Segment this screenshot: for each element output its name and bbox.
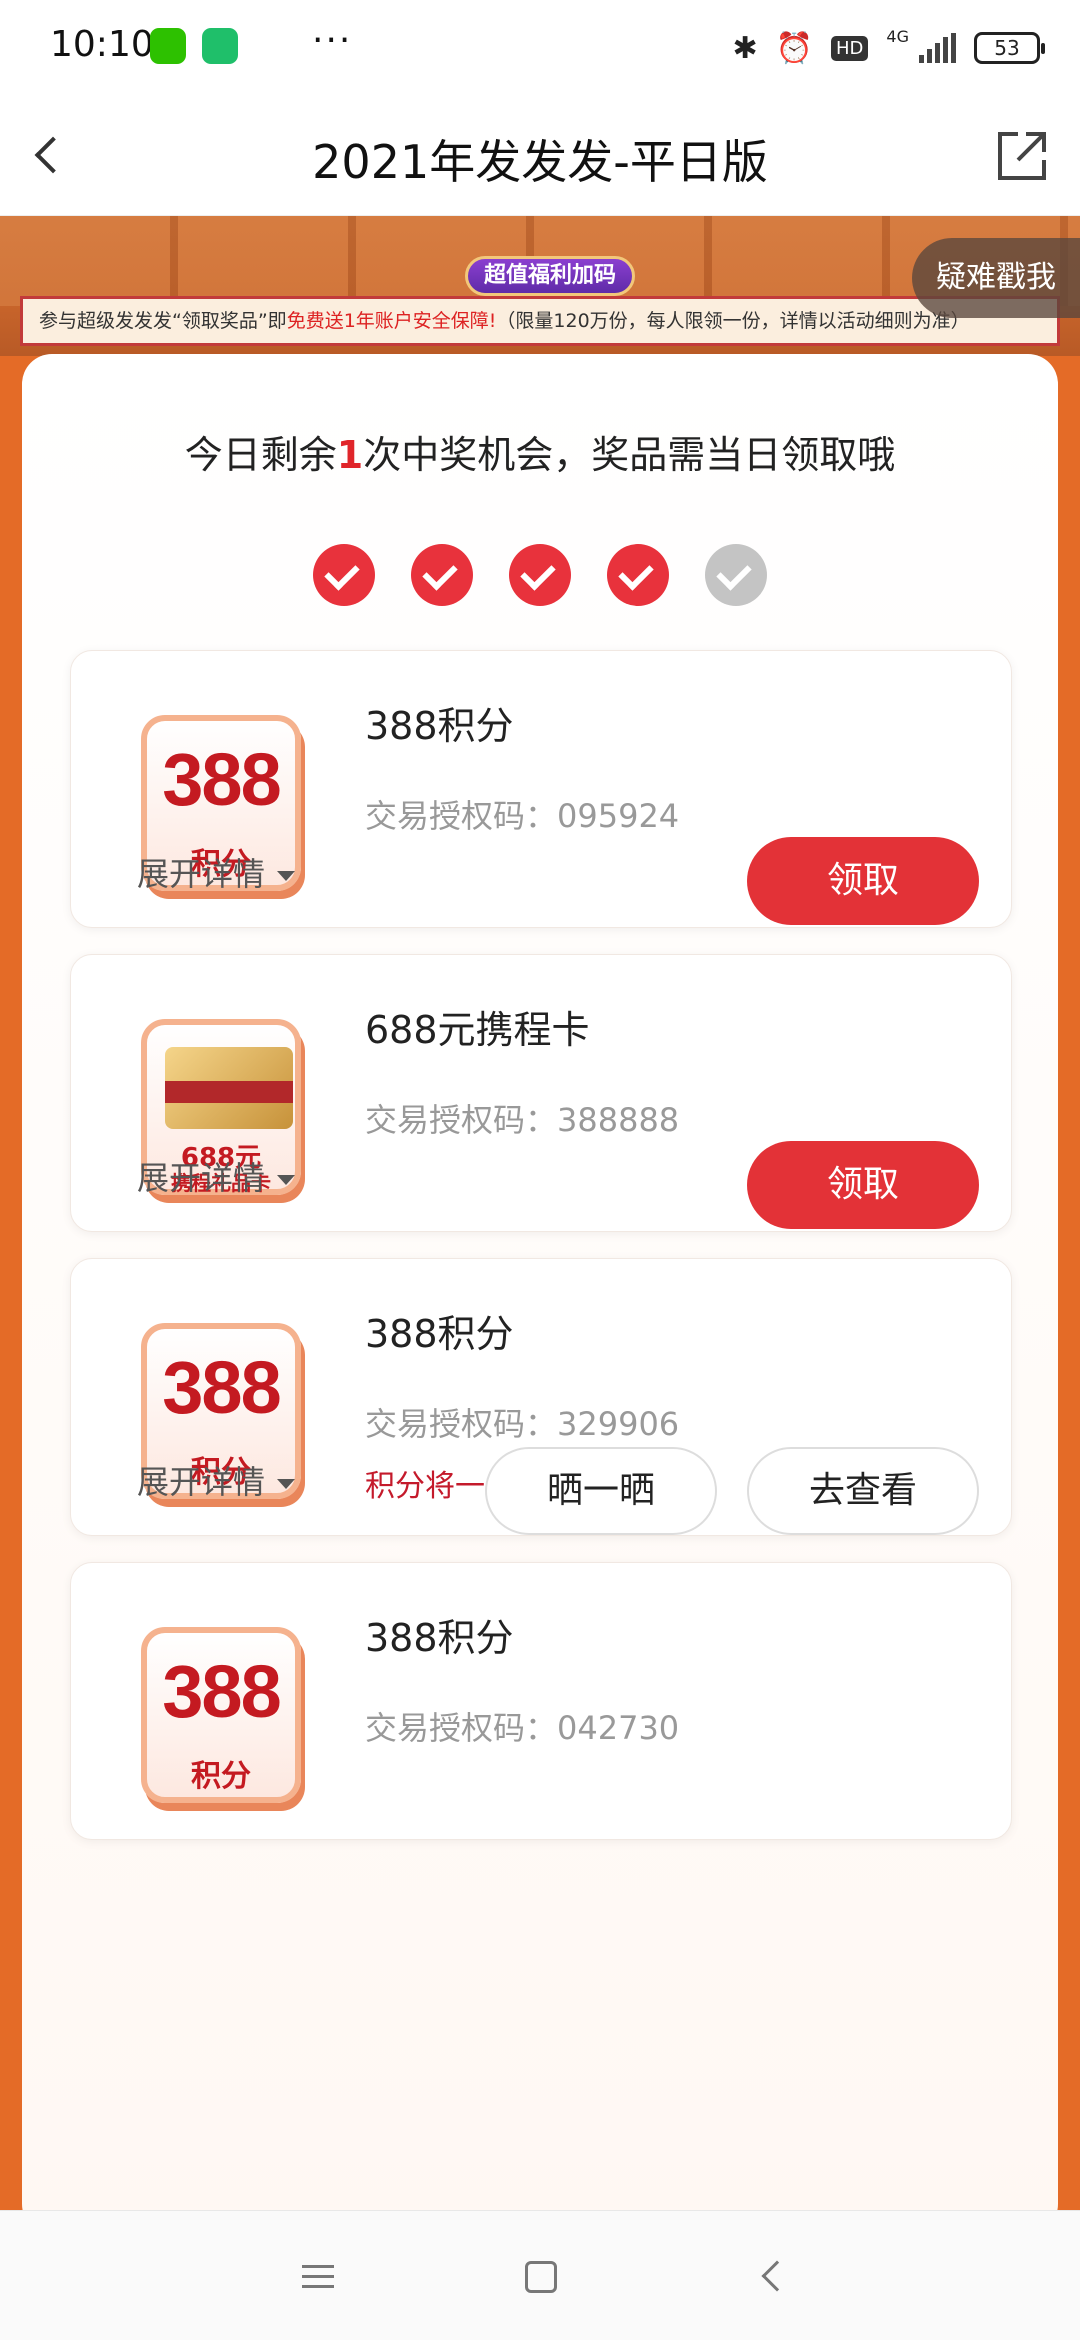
share-button[interactable] <box>992 126 1052 186</box>
wechat-icon <box>150 28 186 64</box>
check-done-icon <box>607 544 669 606</box>
share-prize-button[interactable]: 晒一晒 <box>485 1447 717 1535</box>
auth-code: 交易授权码：042730 <box>365 1709 680 1747</box>
draw-progress <box>22 544 1058 606</box>
caret-down-icon <box>277 1479 296 1489</box>
claim-button[interactable]: 领取 <box>747 1141 979 1229</box>
check-done-icon <box>411 544 473 606</box>
check-pending-icon <box>705 544 767 606</box>
remaining-chances: 今日剩余1次中奖机会，奖品需当日领取哦 <box>184 433 896 477</box>
system-back-button[interactable] <box>740 2241 810 2311</box>
points-thumb-icon: 388 积分 <box>141 1627 301 1803</box>
caret-down-icon <box>277 1175 296 1185</box>
app-header: 2021年发发发-平日版 <box>0 96 1080 216</box>
network-type: 4G <box>886 26 909 46</box>
prize-panel: 今日剩余1次中奖机会，奖品需当日领取哦 388 积分 388积分 交易授权码：0… <box>22 354 1058 2234</box>
system-nav-bar <box>0 2210 1080 2340</box>
auth-code: 交易授权码：388888 <box>365 1101 680 1139</box>
prize-name: 388积分 <box>365 1312 514 1356</box>
banner-notice: 参与超级发发发“领取奖品”即免费送1年账户安全保障!（限量120万份，每人限领一… <box>20 296 1060 346</box>
home-button[interactable] <box>505 2241 575 2311</box>
prize-card: 388 积分 388积分 交易授权码：329906 积分将一周内到账 展开详情 … <box>70 1258 1012 1536</box>
prize-name: 388积分 <box>365 704 514 748</box>
auth-code: 交易授权码：329906 <box>365 1405 680 1443</box>
signal-icon <box>919 33 956 63</box>
external-share-icon <box>998 132 1046 180</box>
help-tab[interactable]: 疑难戳我 <box>912 238 1080 318</box>
hd-badge: HD <box>831 35 869 61</box>
status-bar: 10:10 ··· ✱ ⏰ HD 4G 53 <box>0 0 1080 238</box>
prize-card: 388 积分 388积分 交易授权码：042730 <box>70 1562 1012 1840</box>
auth-code: 交易授权码：095924 <box>365 797 680 835</box>
view-prize-button[interactable]: 去查看 <box>747 1447 979 1535</box>
claim-button[interactable]: 领取 <box>747 837 979 925</box>
more-notifications-icon: ··· <box>312 20 353 61</box>
recent-apps-button[interactable] <box>282 2241 352 2311</box>
status-time: 10:10 <box>50 24 154 65</box>
prize-name: 388积分 <box>365 1616 514 1660</box>
prize-card: 688元 携程礼品卡 688元携程卡 交易授权码：388888 展开详情 领取 <box>70 954 1012 1232</box>
banner-pill: 超值福利加码 <box>465 256 635 296</box>
bluetooth-icon: ✱ <box>732 30 758 66</box>
prize-card: 388 积分 388积分 交易授权码：095924 展开详情 领取 <box>70 650 1012 928</box>
status-right: ✱ ⏰ HD 4G 53 <box>732 26 1045 70</box>
check-done-icon <box>509 544 571 606</box>
caret-down-icon <box>277 871 296 881</box>
battery-icon: 53 <box>974 32 1045 64</box>
page-title: 2021年发发发-平日版 <box>312 135 768 189</box>
expand-details-button[interactable]: 展开详情 <box>137 1153 337 1199</box>
back-chevron-icon <box>761 2260 793 2292</box>
shield-icon <box>202 28 238 64</box>
home-square-icon <box>525 2261 557 2293</box>
check-done-icon <box>313 544 375 606</box>
alarm-icon: ⏰ <box>775 30 814 66</box>
expand-details-button[interactable]: 展开详情 <box>137 1457 337 1503</box>
expand-details-button[interactable]: 展开详情 <box>137 849 337 895</box>
prize-name: 688元携程卡 <box>365 1008 590 1052</box>
